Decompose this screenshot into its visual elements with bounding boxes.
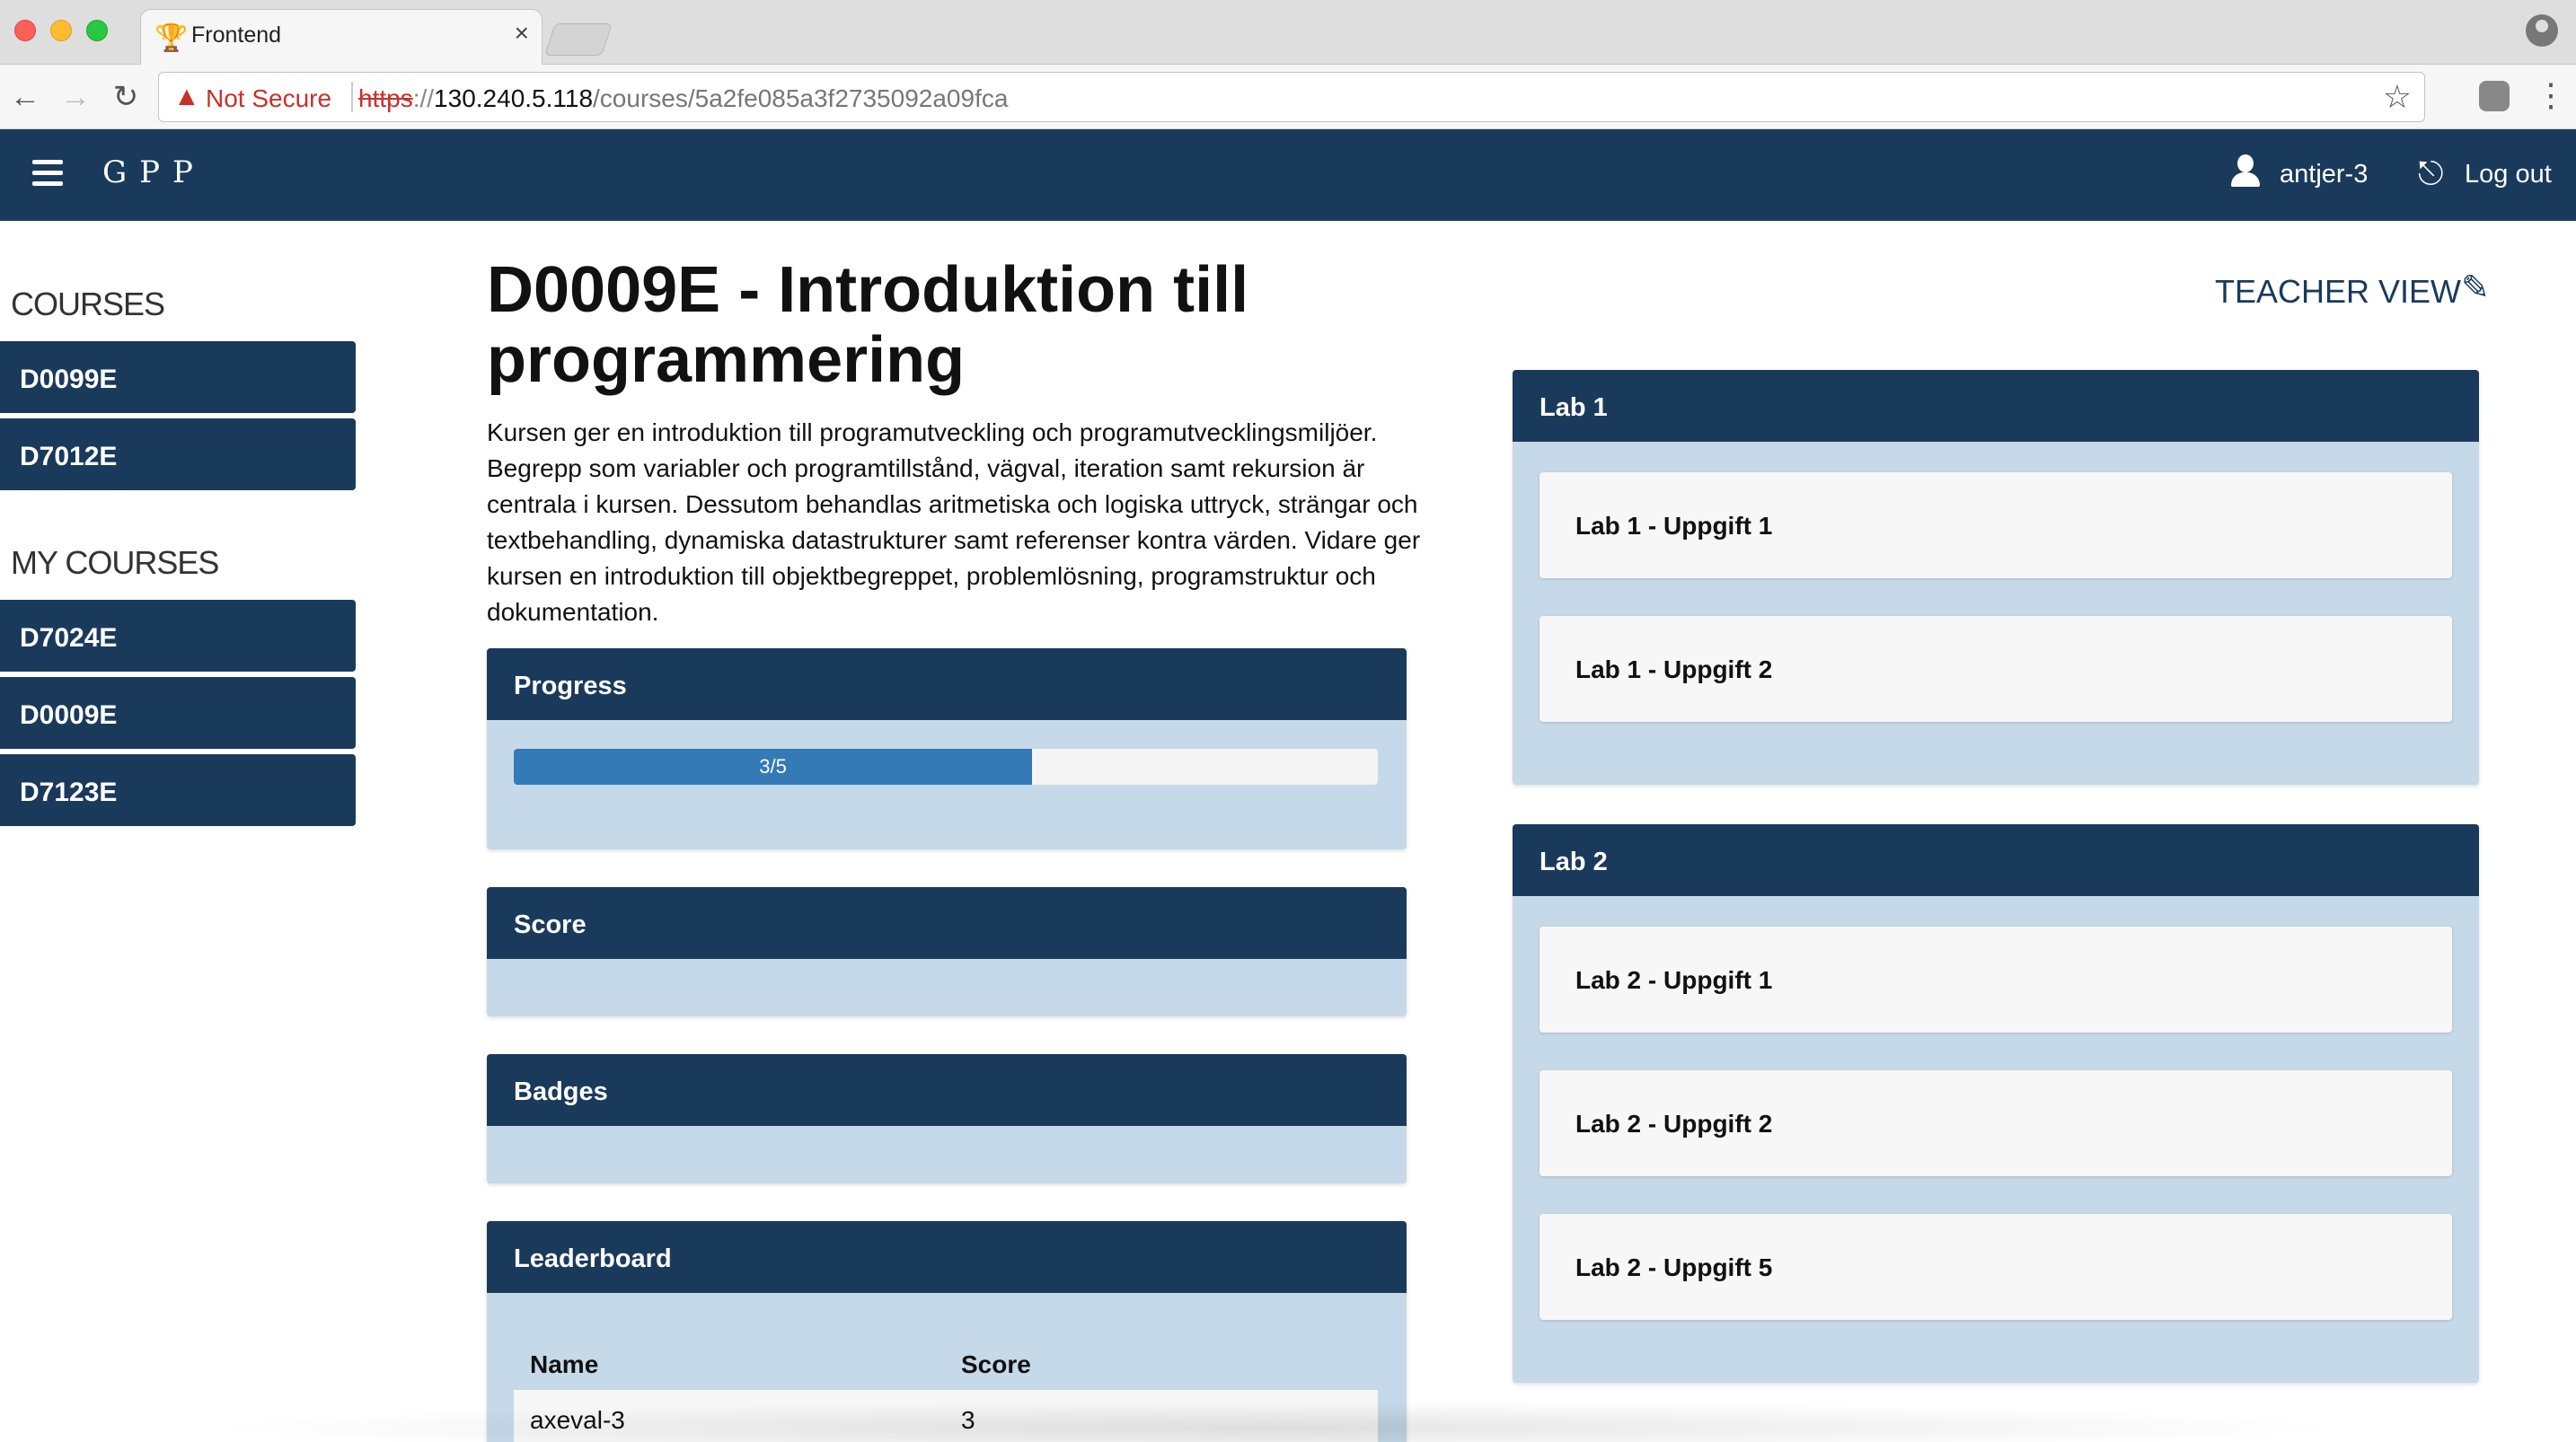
address-bar[interactable]: ▲ Not Secure https://130.240.5.118/cours… xyxy=(158,72,2425,122)
page-bottom-shadow xyxy=(198,1401,2353,1442)
progress-heading: Progress xyxy=(487,648,1407,720)
username-link[interactable]: antjer-3 xyxy=(2280,160,2368,189)
lab-1-heading: Lab 1 xyxy=(1513,370,2479,442)
reload-icon[interactable]: ↻ xyxy=(106,77,146,117)
course-title: D0009E - Introduktion till programmering xyxy=(487,254,1249,396)
lab-1-task-2[interactable]: Lab 1 - Uppgift 2 xyxy=(1539,616,2452,722)
browser-menu-icon[interactable]: ⋮ xyxy=(2535,75,2567,115)
url-text[interactable]: https://130.240.5.118/courses/5a2fe085a3… xyxy=(358,84,1008,113)
my-courses-heading: MY COURSES xyxy=(11,544,219,581)
sidebar-my-course-d0009e[interactable]: D0009E xyxy=(0,677,356,749)
sidebar-my-course-d7123e[interactable]: D7123E xyxy=(0,754,356,826)
tab-title: Frontend xyxy=(191,22,282,48)
sidebar-course-d7012e[interactable]: D7012E xyxy=(0,418,356,490)
tab-close-icon[interactable]: × xyxy=(515,19,529,48)
sidebar-course-d0099e[interactable]: D0099E xyxy=(0,341,356,413)
window-minimize-button[interactable] xyxy=(50,20,72,41)
leaderboard-col-name: Name xyxy=(530,1350,599,1378)
lab-2-task-2[interactable]: Lab 2 - Uppgift 2 xyxy=(1539,1070,2452,1176)
lab-1-panel: Lab 1 Lab 1 - Uppgift 1 Lab 1 - Uppgift … xyxy=(1513,370,2479,785)
window-close-button[interactable] xyxy=(14,20,36,41)
profile-icon[interactable] xyxy=(2526,14,2558,47)
leaderboard-heading: Leaderboard xyxy=(487,1221,1407,1293)
progress-bar: 3/5 xyxy=(514,749,1378,785)
sidebar-my-course-d7024e[interactable]: D7024E xyxy=(0,600,356,672)
trophy-icon: 🏆 xyxy=(154,23,189,53)
badges-panel: Badges xyxy=(487,1054,1407,1183)
security-indicator[interactable]: Not Secure xyxy=(206,84,331,113)
warning-icon: ▲ xyxy=(173,82,200,111)
brand-logo[interactable]: GPP xyxy=(102,154,206,190)
address-separator xyxy=(351,82,353,112)
leaderboard-header-row: Name Score xyxy=(514,1338,1378,1388)
score-heading: Score xyxy=(487,887,1407,959)
badges-heading: Badges xyxy=(487,1054,1407,1126)
browser-tab-bar: 🏆 Frontend × xyxy=(0,0,2576,65)
browser-toolbar: ← → ↻ ▲ Not Secure https://130.240.5.118… xyxy=(0,65,2576,129)
lab-2-task-5[interactable]: Lab 2 - Uppgift 5 xyxy=(1539,1214,2452,1320)
back-arrow-icon[interactable]: ← xyxy=(5,77,45,117)
logout-icon[interactable]: ⎋ xyxy=(2418,154,2443,193)
lab-2-task-1[interactable]: Lab 2 - Uppgift 1 xyxy=(1539,927,2452,1033)
pencil-icon[interactable]: ✎ xyxy=(2461,268,2490,308)
forward-arrow-icon[interactable]: → xyxy=(56,77,95,117)
user-icon xyxy=(2229,154,2262,190)
score-panel: Score xyxy=(487,887,1407,1016)
progress-bar-fill: 3/5 xyxy=(514,749,1033,785)
browser-tab[interactable]: 🏆 Frontend × xyxy=(140,9,543,65)
courses-heading: COURSES xyxy=(11,286,165,322)
progress-panel: Progress 3/5 xyxy=(487,648,1407,849)
app-navbar: GPP antjer-3 ⎋ Log out xyxy=(0,129,2576,221)
hamburger-icon[interactable] xyxy=(32,160,63,187)
lab-1-task-1[interactable]: Lab 1 - Uppgift 1 xyxy=(1539,472,2452,578)
lab-2-panel: Lab 2 Lab 2 - Uppgift 1 Lab 2 - Uppgift … xyxy=(1513,824,2479,1383)
bookmark-star-icon[interactable]: ☆ xyxy=(2383,78,2412,116)
leaderboard-col-score: Score xyxy=(961,1350,1031,1378)
lab-2-heading: Lab 2 xyxy=(1513,824,2479,896)
extension-icon[interactable] xyxy=(2479,81,2510,111)
logout-button[interactable]: Log out xyxy=(2465,160,2552,189)
teacher-view-link[interactable]: TEACHER VIEW xyxy=(2215,273,2461,311)
window-maximize-button[interactable] xyxy=(86,20,108,41)
new-tab-button[interactable] xyxy=(544,23,613,56)
course-description: Kursen ger en introduktion till programu… xyxy=(487,418,1421,626)
